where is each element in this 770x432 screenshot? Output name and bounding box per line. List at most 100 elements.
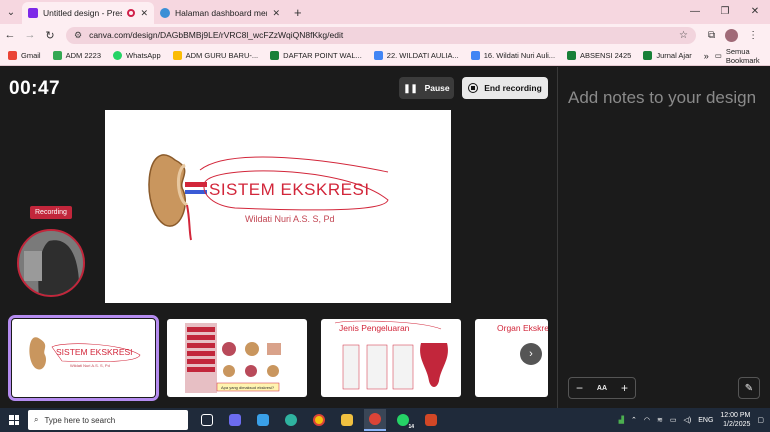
thumb-subtitle: Wildati Nuri A.S. S, Pd (70, 363, 110, 368)
edge-icon[interactable] (280, 409, 302, 431)
chrome-icon[interactable] (308, 409, 330, 431)
thumb-title: SISTEM EKSKRESI (56, 347, 133, 357)
canva-favicon-icon (28, 8, 38, 18)
tab-title: Untitled design - Presentation (43, 8, 123, 18)
bookmarks-more-icon[interactable]: » (704, 51, 709, 61)
address-bar: ← → ↻ ⚙ canva.com/design/DAGbBMBj9LE/rVR… (0, 24, 770, 46)
new-tab-icon[interactable]: + (286, 5, 310, 20)
url-text: canva.com/design/DAGbBMBj9LE/rVRC8l_wcFZ… (89, 30, 344, 40)
kidney-illustration (148, 154, 389, 241)
notes-panel: Add notes to your design − AA + ✎ (557, 67, 770, 408)
current-slide: SISTEM EKSKRESI Wildati Nuri A.S. S, Pd (105, 110, 451, 303)
clock-time: 12:00 PM (720, 412, 751, 419)
maximize-icon[interactable]: ❐ (710, 0, 740, 24)
webcam-preview[interactable] (17, 229, 85, 297)
pause-button[interactable]: ❚❚ Pause (399, 77, 454, 99)
bookmarks-bar: Gmail ADM 2223 WhatsApp ADM GURU BARU-..… (0, 46, 770, 66)
edit-notes-icon[interactable]: ✎ (738, 377, 760, 399)
recording-timer: 00:47 (9, 78, 61, 99)
bookmark-gmail[interactable]: Gmail (8, 51, 41, 60)
reload-icon[interactable]: ↻ (40, 29, 60, 42)
window-controls: — ❐ ✕ (680, 0, 770, 24)
site-info-icon[interactable]: ⚙ (74, 30, 82, 41)
close-tab-icon[interactable]: ✕ (140, 8, 148, 19)
thumb-title: Organ Ekskre (497, 323, 548, 333)
menu-kebab-icon[interactable]: ⋮ (748, 30, 758, 41)
back-icon[interactable]: ← (0, 29, 20, 41)
minimize-icon[interactable]: — (680, 0, 710, 24)
thumb-caption: Apa yang dimaksud ekskresi? (221, 385, 275, 390)
bookmark-wildati-16[interactable]: 16. Wildati Nuri Auli... (470, 51, 555, 60)
task-view-icon[interactable] (196, 409, 218, 431)
end-recording-button[interactable]: End recording (462, 77, 548, 99)
start-button[interactable] (0, 408, 28, 432)
file-explorer-icon[interactable] (336, 409, 358, 431)
tab-title: Halaman dashboard menulis (175, 8, 267, 18)
powerpoint-icon[interactable] (420, 409, 442, 431)
copilot-icon[interactable] (224, 409, 246, 431)
screen: ⌄ Untitled design - Presentation ✕ Halam… (0, 0, 770, 432)
thumb-title: Jenis Pengeluaran (339, 323, 410, 333)
bookmark-whatsapp[interactable]: WhatsApp (113, 51, 161, 60)
bookmark-adm-2223[interactable]: ADM 2223 (52, 51, 101, 60)
chart-app-icon[interactable]: ▟ (619, 416, 624, 424)
store-icon[interactable] (252, 409, 274, 431)
next-slides-chevron-icon[interactable]: › (520, 343, 542, 365)
bookmark-wildati-22[interactable]: 22. WILDATI AULIA... (373, 51, 459, 60)
slide-thumbnails: SISTEM EKSKRESI Wildati Nuri A.S. S, Pd (0, 315, 557, 401)
clock[interactable]: 12:00 PM 1/2/2025 (720, 411, 750, 429)
docs-icon (373, 51, 383, 60)
clock-date: 1/2/2025 (723, 421, 751, 428)
bookmark-star-icon[interactable]: ☆ (679, 30, 688, 41)
tab-search-icon[interactable]: ⌄ (0, 0, 22, 24)
recording-indicator-icon (127, 9, 136, 17)
windows-taskbar: ⌕ Type here to search 14 ▟ ⌃ ◠ ≋ ▭ ◁) EN… (0, 408, 770, 432)
chrome-active-icon[interactable] (364, 409, 386, 431)
show-hidden-icons-icon[interactable]: ⌃ (631, 416, 637, 424)
stop-icon (468, 83, 479, 93)
docs-icon (470, 51, 480, 60)
browser-tab-strip: ⌄ Untitled design - Presentation ✕ Halam… (0, 0, 770, 24)
text-size-controls: − AA + (568, 377, 636, 399)
close-tab-icon[interactable]: ✕ (272, 8, 280, 19)
pause-icon: ❚❚ (403, 82, 418, 93)
kidney-thumb-icon (29, 337, 141, 370)
taskbar-search-input[interactable]: ⌕ Type here to search (28, 410, 188, 430)
tab-canva[interactable]: Untitled design - Presentation ✕ (22, 2, 154, 24)
whatsapp-taskbar-icon[interactable]: 14 (392, 409, 414, 431)
thumbnail-slide-1[interactable]: SISTEM EKSKRESI Wildati Nuri A.S. S, Pd (8, 315, 159, 401)
whatsapp-badge: 14 (408, 424, 414, 430)
thumbnail-slide-2[interactable]: Apa yang dimaksud ekskresi? (167, 319, 307, 397)
thumbnail-slide-3[interactable]: Jenis Pengeluaran (321, 319, 461, 397)
tab-dashboard[interactable]: Halaman dashboard menulis ✕ (154, 2, 286, 24)
network-icon[interactable]: ◠ (644, 416, 650, 424)
language-indicator[interactable]: ENG (698, 417, 713, 424)
bookmark-absensi[interactable]: ABSENSI 2425 (567, 51, 631, 60)
system-tray: ▟ ⌃ ◠ ≋ ▭ ◁) ENG 12:00 PM 1/2/2025 ▢ (619, 411, 770, 429)
wifi-icon[interactable]: ≋ (657, 416, 663, 424)
profile-avatar[interactable] (725, 28, 739, 42)
all-bookmarks[interactable]: ▭ Semua Bookmark (715, 47, 762, 65)
forward-icon[interactable]: → (20, 29, 40, 41)
close-window-icon[interactable]: ✕ (740, 0, 770, 24)
gmail-icon (8, 51, 17, 60)
bookmark-daftar-point[interactable]: DAFTAR POINT WAL... (270, 51, 362, 60)
battery-icon[interactable]: ▭ (670, 416, 677, 424)
sheets-icon (567, 51, 577, 60)
notifications-icon[interactable]: ▢ (757, 416, 764, 424)
increase-text-icon[interactable]: + (621, 381, 628, 395)
webcam-feed-image (19, 231, 83, 295)
url-input[interactable]: ⚙ canva.com/design/DAGbBMBj9LE/rVRC8l_wc… (66, 26, 696, 44)
volume-icon[interactable]: ◁) (684, 416, 692, 424)
whatsapp-icon (113, 51, 123, 60)
bookmark-adm-guru[interactable]: ADM GURU BARU-... (172, 51, 258, 60)
extensions-icon[interactable]: ⧉ (708, 30, 715, 41)
notes-input[interactable]: Add notes to your design (568, 87, 758, 109)
taskbar-apps: 14 (196, 409, 442, 431)
slide-title: SISTEM EKSKRESI (209, 180, 370, 199)
drive-icon (52, 51, 62, 60)
bookmark-jurnal-ajar[interactable]: Jurnal Ajar (643, 51, 692, 60)
recording-badge: Recording (30, 206, 72, 219)
folder-icon: ▭ (714, 51, 722, 60)
decrease-text-icon[interactable]: − (576, 381, 583, 395)
